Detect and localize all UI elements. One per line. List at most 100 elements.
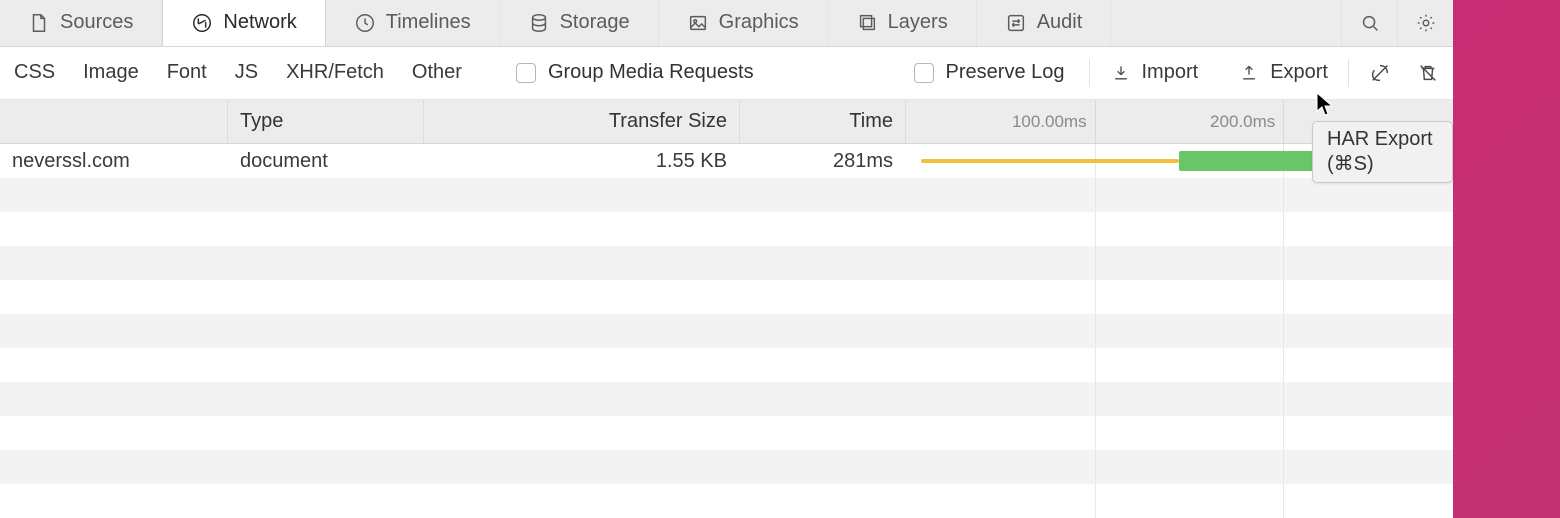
cell-type <box>228 416 424 450</box>
waterfall-wait-bar <box>921 159 1179 163</box>
tab-label: Layers <box>888 11 948 34</box>
cell-size <box>424 314 740 348</box>
cell-waterfall <box>906 348 1453 382</box>
cell-waterfall <box>906 484 1453 518</box>
filter-css[interactable]: CSS <box>0 61 69 84</box>
cell-size <box>424 450 740 484</box>
filter-image[interactable]: Image <box>69 61 153 84</box>
filter-xhr[interactable]: XHR/Fetch <box>272 61 398 84</box>
tab-sources[interactable]: Sources <box>0 0 162 46</box>
tooltip-text: HAR Export (⌘S) <box>1327 128 1433 175</box>
tab-graphics[interactable]: Graphics <box>659 0 828 46</box>
cell-type <box>228 450 424 484</box>
cell-time <box>740 416 906 450</box>
cell-size <box>424 246 740 280</box>
file-icon <box>28 12 50 34</box>
filter-other[interactable]: Other <box>398 61 476 84</box>
cell-size <box>424 212 740 246</box>
clear-button[interactable] <box>1417 62 1439 84</box>
tab-bar: Sources Network Timelines Storage Graphi… <box>0 0 1453 47</box>
disable-cache-icon[interactable] <box>1369 62 1391 84</box>
export-button[interactable]: Export <box>1232 61 1334 84</box>
cell-type <box>228 280 424 314</box>
tab-audit[interactable]: Audit <box>977 0 1112 46</box>
clock-icon <box>354 12 376 34</box>
layers-icon <box>856 12 878 34</box>
cell-waterfall <box>906 212 1453 246</box>
tabs-spacer <box>1111 0 1341 46</box>
cell-name <box>0 450 228 484</box>
cell-waterfall <box>906 280 1453 314</box>
cell-name <box>0 314 228 348</box>
search-button[interactable] <box>1341 0 1397 46</box>
cell-type: document <box>228 144 424 178</box>
cell-size: 1.55 KB <box>424 144 740 178</box>
button-label: Export <box>1270 61 1328 84</box>
filter-font[interactable]: Font <box>153 61 221 84</box>
separator <box>1089 59 1090 87</box>
import-button[interactable]: Import <box>1104 61 1205 84</box>
cell-time <box>740 280 906 314</box>
empty-row <box>0 450 1453 484</box>
tab-label: Timelines <box>386 11 471 34</box>
cell-type <box>228 348 424 382</box>
swap-icon <box>1005 12 1027 34</box>
cell-time <box>740 450 906 484</box>
checkbox-icon <box>914 63 934 83</box>
group-media-checkbox[interactable]: Group Media Requests <box>506 61 764 84</box>
tab-storage[interactable]: Storage <box>500 0 659 46</box>
cell-type <box>228 212 424 246</box>
devtools-window: Sources Network Timelines Storage Graphi… <box>0 0 1453 518</box>
cell-type <box>228 484 424 518</box>
tab-label: Storage <box>560 11 630 34</box>
settings-button[interactable] <box>1397 0 1453 46</box>
cell-name <box>0 484 228 518</box>
cell-name <box>0 212 228 246</box>
checkbox-icon <box>516 63 536 83</box>
column-header-size[interactable]: Transfer Size <box>424 100 740 143</box>
database-icon <box>528 12 550 34</box>
cell-waterfall <box>906 314 1453 348</box>
cell-name <box>0 246 228 280</box>
network-toolbar: CSS Image Font JS XHR/Fetch Other Group … <box>0 47 1453 100</box>
cell-size <box>424 348 740 382</box>
column-header-type[interactable]: Type <box>228 100 424 143</box>
cell-type <box>228 246 424 280</box>
empty-row <box>0 382 1453 416</box>
filter-js[interactable]: JS <box>221 61 272 84</box>
preserve-log-checkbox[interactable]: Preserve Log <box>904 61 1075 84</box>
column-header-name[interactable] <box>0 100 228 143</box>
tab-label: Sources <box>60 11 133 34</box>
column-header-time[interactable]: Time <box>740 100 906 143</box>
cell-name <box>0 416 228 450</box>
cell-time: 281ms <box>740 144 906 178</box>
cell-type <box>228 314 424 348</box>
empty-row <box>0 246 1453 280</box>
cell-waterfall <box>906 416 1453 450</box>
cell-time <box>740 484 906 518</box>
column-headers: Type Transfer Size Time 100.00ms200.0ms <box>0 100 1453 144</box>
checkbox-label: Group Media Requests <box>548 61 754 84</box>
cell-name <box>0 382 228 416</box>
tick-line <box>1095 100 1096 143</box>
upload-icon <box>1238 62 1260 84</box>
tab-label: Network <box>223 11 296 34</box>
empty-row <box>0 280 1453 314</box>
cell-name <box>0 178 228 212</box>
tab-timelines[interactable]: Timelines <box>326 0 500 46</box>
tab-label: Graphics <box>719 11 799 34</box>
cell-size <box>424 280 740 314</box>
cell-waterfall <box>906 450 1453 484</box>
cell-time <box>740 382 906 416</box>
empty-row <box>0 314 1453 348</box>
cell-name <box>0 348 228 382</box>
request-rows: neverssl.comdocument1.55 KB281ms <box>0 144 1453 518</box>
image-icon <box>687 12 709 34</box>
cell-type <box>228 178 424 212</box>
empty-row <box>0 348 1453 382</box>
tab-network[interactable]: Network <box>162 0 325 46</box>
cell-type <box>228 382 424 416</box>
tab-layers[interactable]: Layers <box>828 0 977 46</box>
request-row[interactable]: neverssl.comdocument1.55 KB281ms <box>0 144 1453 178</box>
cell-name <box>0 280 228 314</box>
